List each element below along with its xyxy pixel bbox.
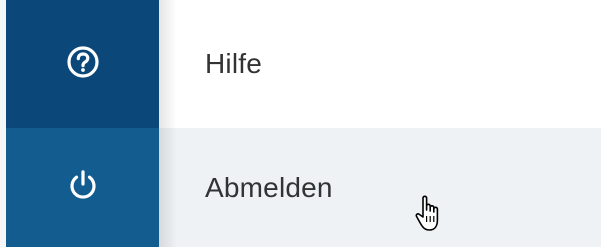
help-icon-cell [6,0,159,128]
logout-icon-cell [6,128,159,247]
menu-item-help[interactable]: Hilfe [6,0,601,128]
menu-item-logout-label: Abmelden [205,171,333,203]
menu-item-logout[interactable]: Abmelden [6,128,601,247]
power-icon [66,168,100,207]
hand-pointer-icon [414,192,444,234]
help-circle-icon [66,45,100,84]
menu-item-help-label: Hilfe [205,48,263,79]
side-menu: Hilfe Abmelden [0,0,601,247]
